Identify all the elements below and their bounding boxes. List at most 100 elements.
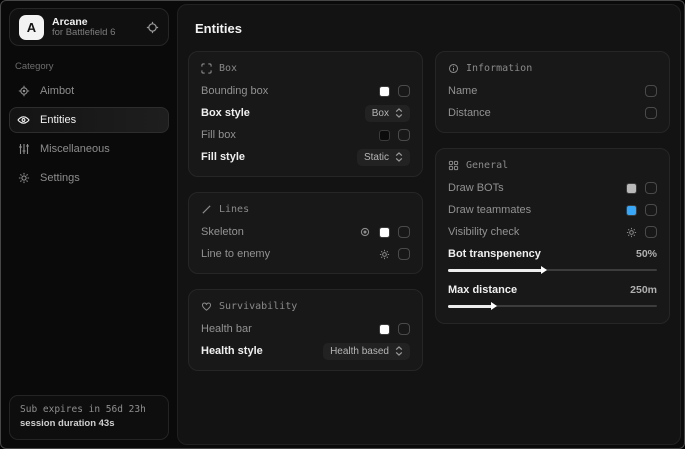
box-panel: Box Bounding box Box style Box <box>188 51 423 177</box>
chevron-updown-icon <box>395 108 403 118</box>
slider-value: 250m <box>630 284 657 296</box>
sliders-icon <box>17 143 30 155</box>
gear-icon[interactable] <box>379 249 390 260</box>
app-logo: A <box>19 15 44 40</box>
color-swatch[interactable] <box>379 130 390 141</box>
panel-title: Information <box>466 63 532 74</box>
lines-panel: Lines Skeleton Line to enemy <box>188 192 423 274</box>
chevron-updown-icon <box>395 346 403 356</box>
setting-label: Max distance <box>448 284 517 296</box>
gear-icon <box>17 172 30 184</box>
setting-label: Box style <box>201 107 250 119</box>
setting-row-draw-teammates: Draw teammates <box>448 199 657 221</box>
sidebar-item-miscellaneous[interactable]: Miscellaneous <box>9 136 169 162</box>
checkbox[interactable] <box>398 85 410 97</box>
app-name: Arcane <box>52 16 138 28</box>
setting-row-line-to-enemy: Line to enemy <box>201 243 410 265</box>
crosshair-gear-icon[interactable] <box>146 21 159 34</box>
heart-icon <box>201 301 212 312</box>
app-subtitle: for Battlefield 6 <box>52 28 138 39</box>
app-window: A Arcane for Battlefield 6 Category Aimb… <box>0 0 685 449</box>
fill-style-dropdown[interactable]: Static <box>357 149 410 166</box>
target-icon[interactable] <box>359 226 371 238</box>
checkbox[interactable] <box>398 248 410 260</box>
page-title: Entities <box>195 21 670 36</box>
checkbox[interactable] <box>645 226 657 238</box>
checkbox[interactable] <box>398 226 410 238</box>
panel-title: General <box>466 160 508 171</box>
setting-row-bounding-box: Bounding box <box>201 80 410 102</box>
sidebar-item-label: Entities <box>40 114 76 126</box>
checkbox[interactable] <box>645 85 657 97</box>
dropdown-value: Static <box>364 152 389 163</box>
info-icon <box>448 63 459 74</box>
color-swatch[interactable] <box>379 227 390 238</box>
category-label: Category <box>15 61 169 72</box>
checkbox[interactable] <box>645 204 657 216</box>
setting-row-fill-style: Fill style Static <box>201 146 410 168</box>
box-corners-icon <box>201 63 212 74</box>
dropdown-value: Health based <box>330 346 389 357</box>
slider-thumb[interactable] <box>491 302 497 310</box>
sidebar-item-settings[interactable]: Settings <box>9 165 169 191</box>
setting-label: Bounding box <box>201 85 268 97</box>
color-swatch[interactable] <box>379 86 390 97</box>
setting-row-bot-transparency: Bot transpenency 50% <box>448 243 657 265</box>
app-header-card: A Arcane for Battlefield 6 <box>9 8 169 46</box>
checkbox[interactable] <box>398 129 410 141</box>
sidebar-item-label: Miscellaneous <box>40 143 110 155</box>
sidebar: A Arcane for Battlefield 6 Category Aimb… <box>1 1 177 448</box>
crosshair-icon <box>17 85 30 97</box>
setting-label: Health bar <box>201 323 252 335</box>
setting-row-max-distance: Max distance 250m <box>448 279 657 301</box>
checkbox[interactable] <box>645 107 657 119</box>
setting-label: Distance <box>448 107 491 119</box>
setting-label: Line to enemy <box>201 248 270 260</box>
box-style-dropdown[interactable]: Box <box>365 105 410 122</box>
gear-icon[interactable] <box>626 227 637 238</box>
color-swatch[interactable] <box>626 205 637 216</box>
color-swatch[interactable] <box>626 183 637 194</box>
setting-label: Skeleton <box>201 226 244 238</box>
setting-label: Bot transpenency <box>448 248 541 260</box>
sidebar-item-label: Settings <box>40 172 80 184</box>
chevron-updown-icon <box>395 152 403 162</box>
setting-row-box-style: Box style Box <box>201 102 410 124</box>
setting-row-health-bar: Health bar <box>201 318 410 340</box>
panel-title: Survivability <box>219 301 297 312</box>
survivability-panel: Survivability Health bar Health style He… <box>188 289 423 371</box>
dropdown-value: Box <box>372 108 389 119</box>
setting-row-name: Name <box>448 80 657 102</box>
general-panel: General Draw BOTs Draw teammates <box>435 148 670 324</box>
setting-row-distance: Distance <box>448 102 657 124</box>
setting-row-draw-bots: Draw BOTs <box>448 177 657 199</box>
panel-title: Box <box>219 63 237 74</box>
setting-label: Draw teammates <box>448 204 531 216</box>
sub-expiry-text: Sub expires in 56d 23h <box>20 403 158 417</box>
setting-label: Name <box>448 85 477 97</box>
panel-title: Lines <box>219 204 249 215</box>
slider-thumb[interactable] <box>541 266 547 274</box>
setting-row-fill-box: Fill box <box>201 124 410 146</box>
information-panel: Information Name Distance <box>435 51 670 133</box>
sidebar-item-label: Aimbot <box>40 85 74 97</box>
bot-transparency-slider[interactable] <box>448 266 657 274</box>
max-distance-slider[interactable] <box>448 302 657 310</box>
subscription-card: Sub expires in 56d 23h session duration … <box>9 395 169 441</box>
checkbox[interactable] <box>645 182 657 194</box>
setting-label: Draw BOTs <box>448 182 504 194</box>
sidebar-item-aimbot[interactable]: Aimbot <box>9 78 169 104</box>
health-style-dropdown[interactable]: Health based <box>323 343 410 360</box>
setting-label: Fill style <box>201 151 245 163</box>
sidebar-item-entities[interactable]: Entities <box>9 107 169 133</box>
setting-label: Fill box <box>201 129 236 141</box>
setting-row-health-style: Health style Health based <box>201 340 410 362</box>
checkbox[interactable] <box>398 323 410 335</box>
setting-label: Visibility check <box>448 226 519 238</box>
session-duration-text: session duration 43s <box>20 417 158 431</box>
setting-label: Health style <box>201 345 263 357</box>
color-swatch[interactable] <box>379 324 390 335</box>
sidebar-nav: Aimbot Entities Miscellaneous <box>9 78 169 191</box>
setting-row-visibility-check: Visibility check <box>448 221 657 243</box>
setting-row-skeleton: Skeleton <box>201 221 410 243</box>
